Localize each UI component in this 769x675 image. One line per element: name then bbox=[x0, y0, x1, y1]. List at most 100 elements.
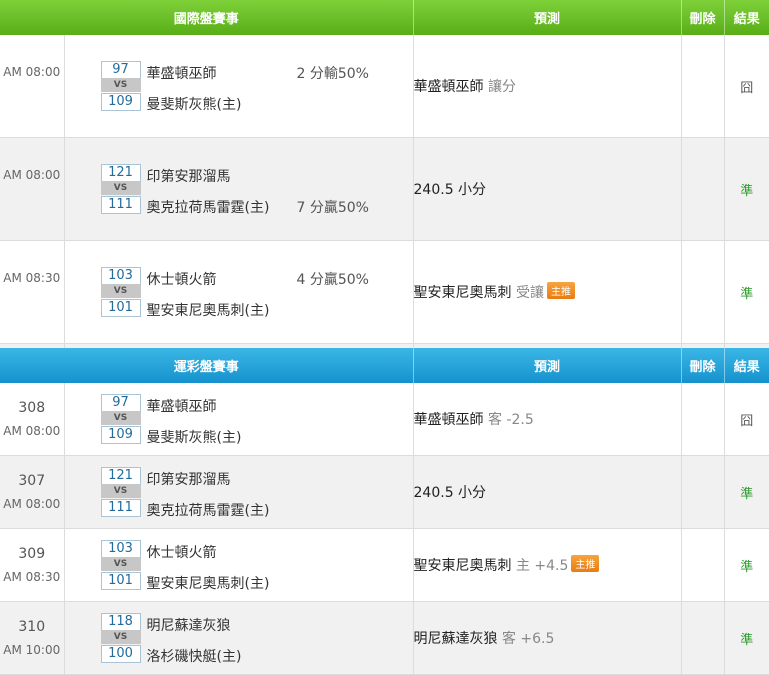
home-team: 洛杉磯快艇(主) bbox=[146, 649, 242, 665]
game-time: AM 08:00 bbox=[3, 497, 61, 511]
delete-cell[interactable] bbox=[681, 383, 725, 456]
home-team: 聖安東尼奧馬刺(主) bbox=[146, 303, 270, 319]
home-score: 101 bbox=[100, 572, 141, 590]
game-time: AM 08:00 bbox=[3, 168, 61, 182]
vs-label: VS bbox=[100, 630, 141, 644]
delete-cell[interactable] bbox=[681, 528, 725, 602]
delete-cell[interactable] bbox=[681, 35, 725, 138]
away-team: 休士頓火箭 bbox=[146, 272, 217, 288]
top-pick-badge: 主推 bbox=[571, 555, 600, 572]
game-number: 307 bbox=[18, 473, 46, 489]
game-number: 308 bbox=[18, 400, 46, 416]
time-cell: 310 AM 10:00 bbox=[0, 601, 65, 675]
home-team: 曼斐斯灰熊(主) bbox=[146, 97, 242, 113]
delete-cell[interactable] bbox=[681, 137, 725, 241]
away-team: 印第安那溜馬 bbox=[146, 472, 231, 488]
prediction-cell: 240.5 小分 bbox=[413, 455, 682, 529]
delete-cell[interactable] bbox=[681, 455, 725, 529]
vs-label: VS bbox=[100, 557, 141, 571]
vs-label: VS bbox=[100, 181, 141, 195]
table-row: AM 08:00 121 VS 111 印第安那溜馬 奧克拉荷馬雷霆(主) 7 分贏50% 2… bbox=[0, 137, 769, 241]
prediction-line: 主 +4.5 bbox=[515, 558, 569, 574]
match-cell: 121 VS 111 印第安那溜馬 奧克拉荷馬雷霆(主) 7 分贏50% bbox=[64, 137, 414, 241]
table-row: AM 08:00 97 VS 109 華盛頓巫師曼斐斯灰熊(主) 2 分輸50% 華盛頓巫師… bbox=[0, 35, 769, 138]
prediction-cell: 華盛頓巫師 客 -2.5 bbox=[413, 383, 682, 456]
delete-cell[interactable] bbox=[681, 601, 725, 675]
result-cell: 囧 bbox=[724, 35, 769, 138]
away-score: 121 bbox=[100, 164, 141, 182]
away-team: 明尼蘇達灰狼 bbox=[146, 618, 231, 634]
header-match: 國際盤賽事 bbox=[0, 0, 414, 35]
away-score: 97 bbox=[100, 394, 141, 412]
game-number: 310 bbox=[18, 619, 46, 635]
match-cell: 103 VS 101 休士頓火箭 聖安東尼奧馬刺(主) 4 分贏50% bbox=[64, 240, 414, 344]
header-match: 運彩盤賽事 bbox=[0, 348, 414, 383]
away-score: 97 bbox=[100, 61, 141, 79]
away-score: 118 bbox=[100, 613, 141, 631]
result-cell: 準 bbox=[724, 455, 769, 529]
time-cell: 309 AM 08:30 bbox=[0, 528, 65, 602]
prediction-pick: 明尼蘇達灰狼 bbox=[413, 631, 498, 647]
home-odds: 7 分贏50% bbox=[296, 200, 369, 216]
prediction-cell: 明尼蘇達灰狼 客 +6.5 bbox=[413, 601, 682, 675]
header-delete: 刪除 bbox=[681, 0, 725, 35]
vs-label: VS bbox=[100, 78, 141, 92]
vs-label: VS bbox=[100, 284, 141, 298]
time-cell: AM 08:00 bbox=[0, 137, 65, 241]
home-score: 100 bbox=[100, 645, 141, 663]
result-cell: 準 bbox=[724, 137, 769, 241]
away-team: 華盛頓巫師 bbox=[146, 399, 217, 415]
sports-lottery-games-table: 運彩盤賽事 預測 刪除 結果 308 AM 08:00 97 VS 109 華盛頓巫師 曼斐… bbox=[0, 348, 769, 675]
game-number: 309 bbox=[18, 546, 46, 562]
game-time: AM 08:00 bbox=[3, 65, 61, 79]
game-time: AM 08:30 bbox=[3, 271, 61, 285]
prediction-line: 讓分 bbox=[487, 79, 516, 95]
delete-cell[interactable] bbox=[681, 240, 725, 344]
vs-label: VS bbox=[100, 411, 141, 425]
result-cell: 囧 bbox=[724, 383, 769, 456]
home-team: 曼斐斯灰熊(主) bbox=[146, 430, 242, 446]
table-row: 308 AM 08:00 97 VS 109 華盛頓巫師曼斐斯灰熊(主) 華盛頓巫師 客 -… bbox=[0, 383, 769, 456]
home-score: 109 bbox=[100, 93, 141, 111]
match-cell: 97 VS 109 華盛頓巫師曼斐斯灰熊(主) bbox=[64, 383, 414, 456]
prediction-cell: 聖安東尼奧馬刺 主 +4.5 主推 bbox=[413, 528, 682, 602]
prediction-pick: 華盛頓巫師 bbox=[413, 412, 484, 428]
prediction-pick: 聖安東尼奧馬刺 bbox=[413, 285, 512, 301]
prediction-cell: 聖安東尼奧馬刺 受讓 主推 bbox=[413, 240, 682, 344]
header-delete: 刪除 bbox=[681, 348, 725, 383]
result-cell: 準 bbox=[724, 528, 769, 602]
match-cell: 118 VS 100 明尼蘇達灰狼 洛杉磯快艇(主) bbox=[64, 601, 414, 675]
prediction-pick: 聖安東尼奧馬刺 bbox=[413, 558, 512, 574]
prediction-line: 客 -2.5 bbox=[487, 412, 534, 428]
home-team: 奧克拉荷馬雷霆(主) bbox=[146, 503, 270, 519]
time-cell: 307 AM 08:00 bbox=[0, 455, 65, 529]
game-time: AM 08:00 bbox=[3, 424, 61, 438]
prediction-line: 客 +6.5 bbox=[501, 631, 555, 647]
home-team: 聖安東尼奧馬刺(主) bbox=[146, 576, 270, 592]
prediction-pick: 240.5 小分 bbox=[413, 485, 487, 501]
prediction-cell: 240.5 小分 bbox=[413, 137, 682, 241]
header-result: 結果 bbox=[724, 0, 769, 35]
match-cell: 103 VS 101 休士頓火箭 聖安東尼奧馬刺(主) bbox=[64, 528, 414, 602]
vs-label: VS bbox=[100, 484, 141, 498]
prediction-cell: 華盛頓巫師 讓分 bbox=[413, 35, 682, 138]
home-score: 111 bbox=[100, 499, 141, 517]
time-cell: 308 AM 08:00 bbox=[0, 383, 65, 456]
table-row: 310 AM 10:00 118 VS 100 明尼蘇達灰狼 洛杉磯快艇(主) 明尼蘇達灰狼 … bbox=[0, 601, 769, 675]
table-header: 運彩盤賽事 預測 刪除 結果 bbox=[0, 348, 769, 383]
game-time: AM 08:30 bbox=[3, 570, 61, 584]
result-cell: 準 bbox=[724, 601, 769, 675]
header-result: 結果 bbox=[724, 348, 769, 383]
table-row: 309 AM 08:30 103 VS 101 休士頓火箭 聖安東尼奧馬刺(主) 聖安東尼奧馬… bbox=[0, 528, 769, 602]
away-team: 華盛頓巫師 bbox=[146, 66, 217, 82]
table-row: AM 08:30 103 VS 101 休士頓火箭 聖安東尼奧馬刺(主) 4 分贏50% 聖安… bbox=[0, 240, 769, 344]
game-time: AM 10:00 bbox=[3, 643, 61, 657]
away-team: 休士頓火箭 bbox=[146, 545, 217, 561]
home-team: 奧克拉荷馬雷霆(主) bbox=[146, 200, 270, 216]
table-row: 307 AM 08:00 121 VS 111 印第安那溜馬 奧克拉荷馬雷霆(主) 240.5… bbox=[0, 455, 769, 529]
time-cell: AM 08:30 bbox=[0, 240, 65, 344]
away-odds: 2 分輸50% bbox=[296, 66, 369, 82]
home-score: 111 bbox=[100, 196, 141, 214]
home-score: 109 bbox=[100, 426, 141, 444]
away-score: 103 bbox=[100, 267, 141, 285]
